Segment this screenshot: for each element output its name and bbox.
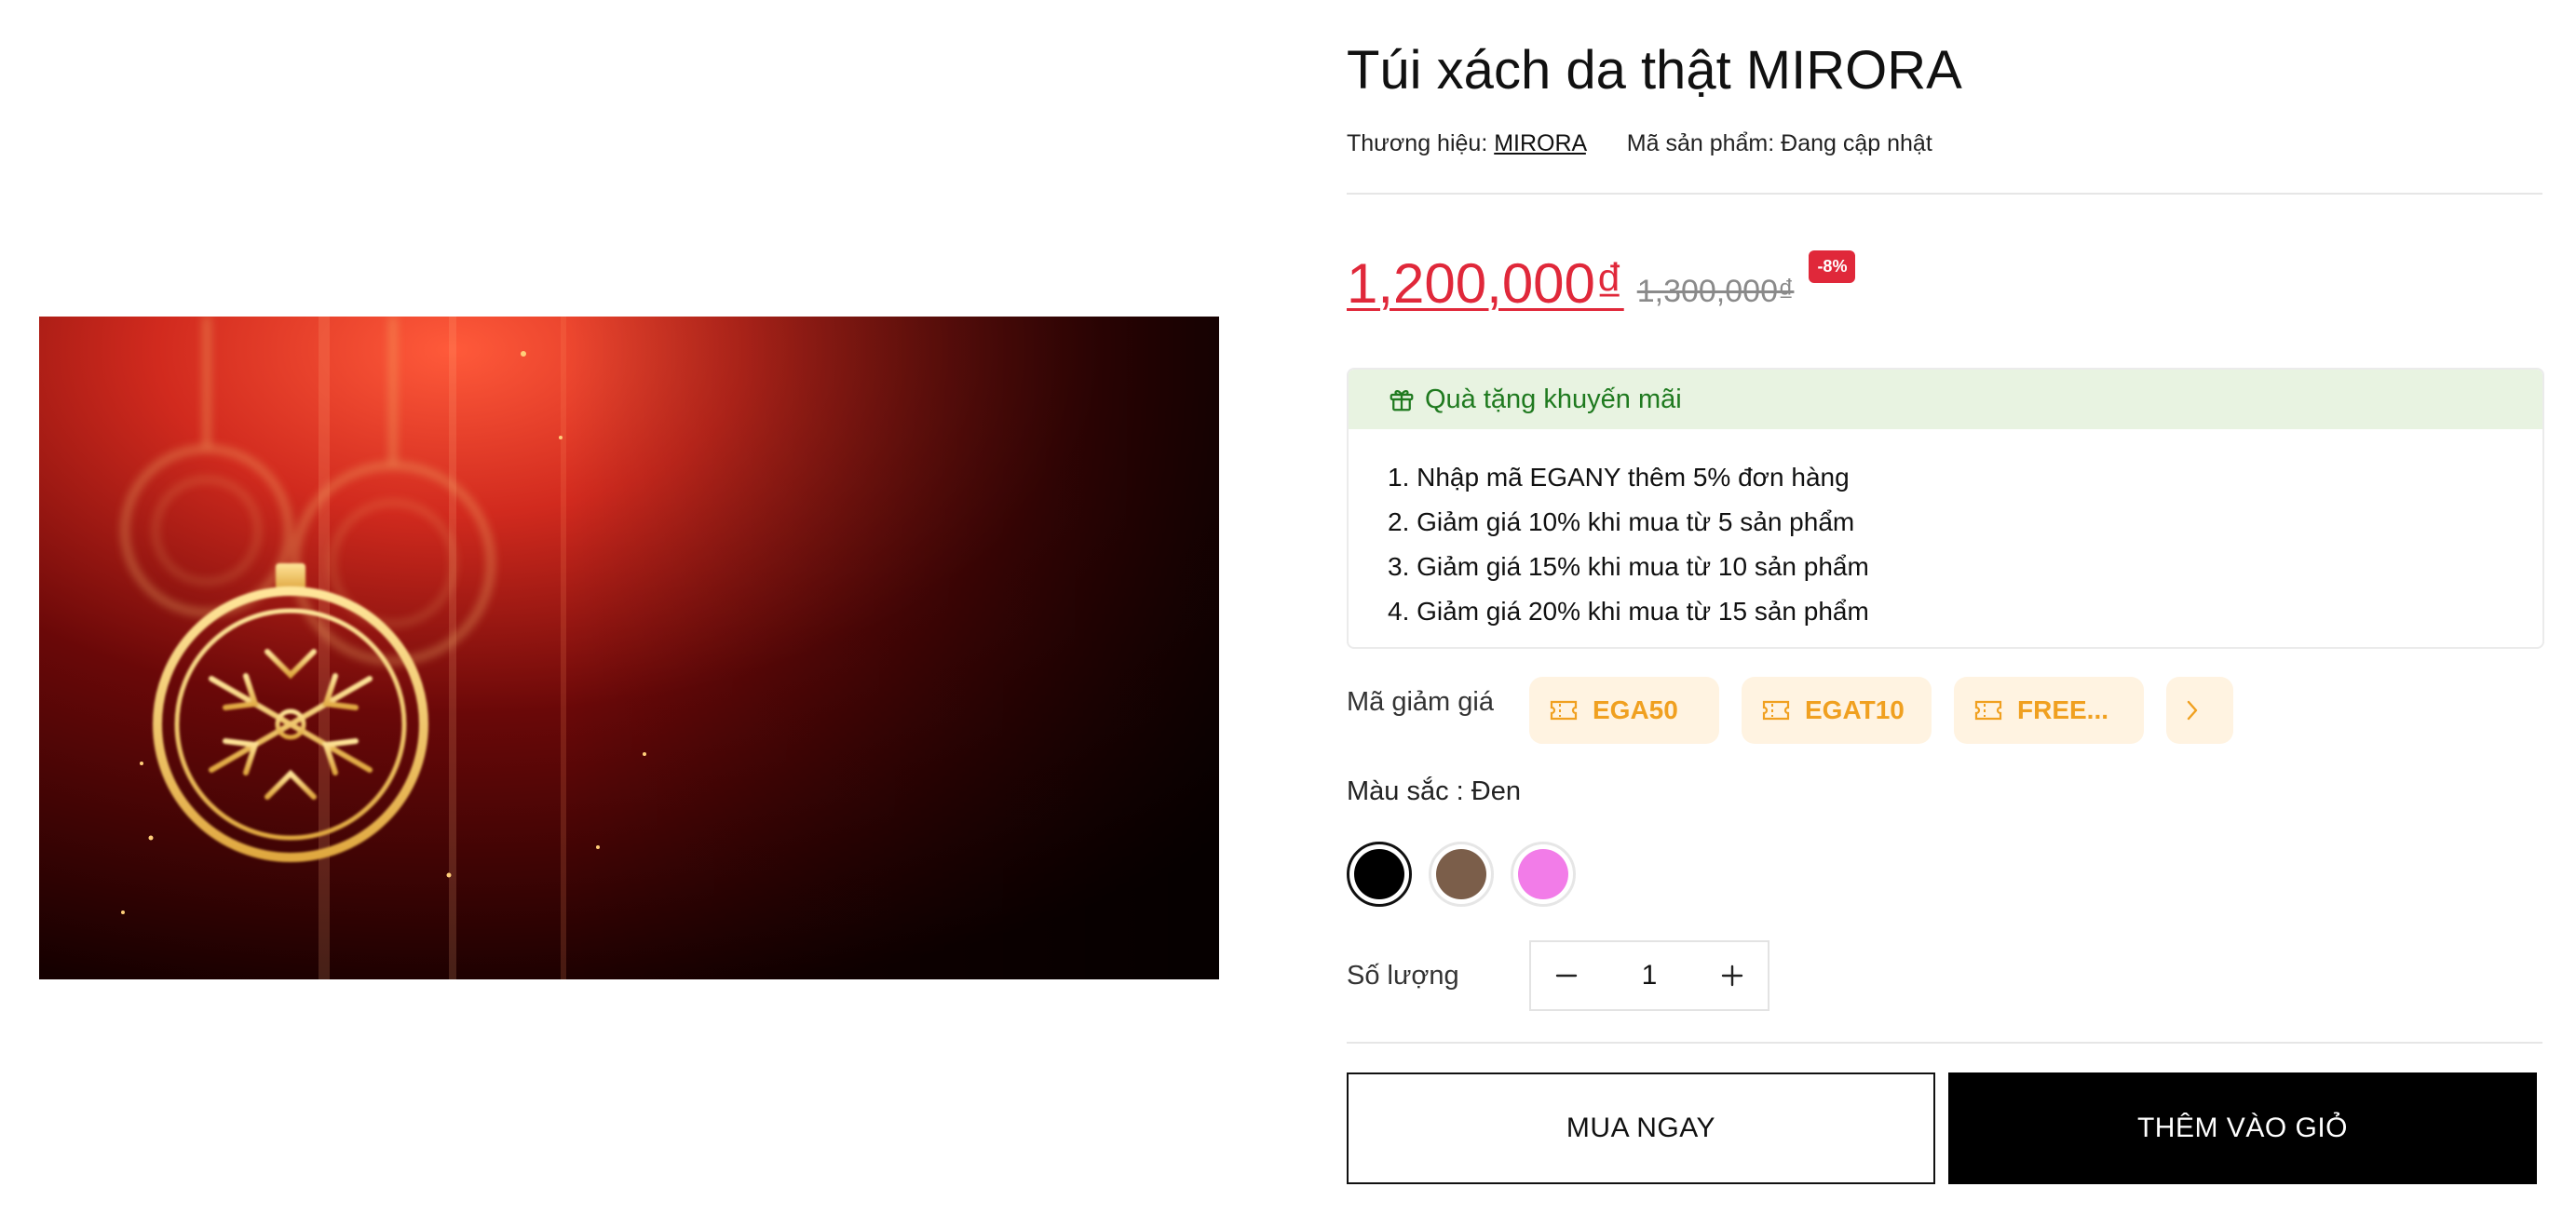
promotion-header: Quà tặng khuyến mãi — [1349, 370, 2542, 429]
promotion-item: 1. Nhập mã EGANY thêm 5% đơn hàng — [1388, 463, 1850, 492]
coupon-list: EGA50 EGAT10 FREE... — [1529, 677, 2233, 744]
chevron-right-icon — [2187, 700, 2198, 721]
sku-value: Đang cập nhật — [1781, 130, 1932, 156]
coupon-free[interactable]: FREE... — [1954, 677, 2144, 744]
ticket-icon — [1762, 700, 1790, 721]
brand-link[interactable]: MIRORA — [1494, 130, 1586, 156]
product-image[interactable] — [39, 317, 1219, 979]
promotion-title: Quà tặng khuyến mãi — [1425, 384, 1682, 414]
promotion-item: 3. Giảm giá 15% khi mua từ 10 sản phẩm — [1388, 552, 1869, 581]
ticket-icon — [1550, 700, 1578, 721]
quantity-stepper: 1 — [1529, 940, 1769, 1011]
coupon-code: EGA50 — [1593, 695, 1678, 724]
sale-price: 1,200,000₫ — [1347, 252, 1624, 315]
promotion-item: 4. Giảm giá 20% khi mua từ 15 sản phẩm — [1388, 597, 1869, 626]
coupon-label: Mã giảm giá — [1347, 687, 1494, 717]
plus-icon — [1721, 964, 1743, 987]
color-swatches — [1347, 842, 1576, 907]
divider — [1347, 1042, 2542, 1044]
product-title: Túi xách da thật MIRORA — [1347, 40, 1962, 101]
coupon-code: EGAT10 — [1805, 695, 1905, 724]
minus-icon — [1555, 974, 1578, 978]
quantity-decrease-button[interactable] — [1531, 942, 1602, 1009]
color-label: Màu sắc : Đen — [1347, 776, 1521, 806]
discount-badge: -8% — [1809, 250, 1856, 283]
quantity-increase-button[interactable] — [1697, 942, 1768, 1009]
quantity-label: Số lượng — [1347, 961, 1459, 991]
swatch-dot — [1436, 849, 1486, 899]
brand-label: Thương hiệu: — [1347, 130, 1488, 156]
compare-price: 1,300,000₫ — [1636, 274, 1795, 309]
swatch-dot — [1518, 849, 1568, 899]
product-meta: Thương hiệu: MIRORA Mã sản phẩm: Đang cậ… — [1347, 130, 1932, 157]
swatch-pink[interactable] — [1511, 842, 1576, 907]
quantity-input[interactable]: 1 — [1602, 960, 1697, 991]
coupon-egat10[interactable]: EGAT10 — [1742, 677, 1932, 744]
swatch-dot — [1354, 849, 1404, 899]
ticket-icon — [1974, 700, 2002, 721]
promotion-item: 2. Giảm giá 10% khi mua từ 5 sản phẩm — [1388, 507, 1855, 536]
buy-now-button[interactable]: MUA NGAY — [1347, 1072, 1935, 1184]
price-row: 1,200,000₫ 1,300,000₫ -8% — [1347, 237, 1856, 315]
coupon-ega50[interactable]: EGA50 — [1529, 677, 1719, 744]
promotion-box: Quà tặng khuyến mãi 1. Nhập mã EGANY thê… — [1347, 368, 2544, 649]
coupon-code: FREE... — [2017, 695, 2109, 724]
coupon-more-button[interactable] — [2166, 677, 2233, 744]
divider — [1347, 193, 2542, 195]
christmas-ornaments-image — [39, 317, 1219, 979]
gift-icon — [1390, 389, 1414, 411]
swatch-black[interactable] — [1347, 842, 1412, 907]
add-to-cart-button[interactable]: THÊM VÀO GIỎ — [1948, 1072, 2537, 1184]
swatch-brown[interactable] — [1429, 842, 1494, 907]
promotion-list: 1. Nhập mã EGANY thêm 5% đơn hàng 2. Giả… — [1349, 429, 2542, 634]
sku-label: Mã sản phẩm: — [1626, 130, 1775, 156]
